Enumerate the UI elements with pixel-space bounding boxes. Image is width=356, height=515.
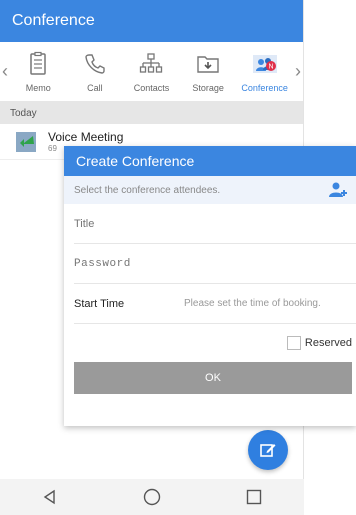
conference-icon: N xyxy=(252,54,277,73)
start-time-hint: Please set the time of booking. xyxy=(184,298,321,309)
tab-memo[interactable]: Memo xyxy=(10,42,67,101)
back-icon[interactable] xyxy=(41,488,59,506)
password-field-row xyxy=(74,244,356,284)
section-header: Today xyxy=(0,102,303,124)
chevron-left-icon[interactable]: ‹ xyxy=(0,42,10,101)
attendees-hint: Select the conference attendees. xyxy=(74,184,221,196)
tab-call-label: Call xyxy=(87,82,103,93)
tab-conference-label: Conference xyxy=(241,82,288,93)
feature-toolbar: ‹ Memo Call Contacts Storage N Conferenc… xyxy=(0,42,303,102)
conference-badge: N xyxy=(268,63,273,70)
list-item-title: Voice Meeting xyxy=(48,130,124,144)
recents-icon[interactable] xyxy=(245,488,263,506)
add-person-icon[interactable] xyxy=(328,181,348,199)
memo-icon xyxy=(30,51,47,75)
app-bar: Conference xyxy=(0,0,303,42)
tab-contacts-label: Contacts xyxy=(133,82,170,93)
title-field-row xyxy=(74,204,356,244)
tab-storage[interactable]: Storage xyxy=(180,42,237,101)
section-header-label: Today xyxy=(10,107,37,119)
tab-storage-label: Storage xyxy=(192,82,224,93)
edit-icon xyxy=(260,444,276,457)
reserved-row: Reserved xyxy=(64,324,356,362)
tab-contacts[interactable]: Contacts xyxy=(123,42,180,101)
incoming-call-icon xyxy=(16,131,36,152)
new-conference-button[interactable] xyxy=(248,430,288,470)
dialog-header: Create Conference xyxy=(64,146,356,176)
create-conference-dialog: Create Conference Select the conference … xyxy=(64,146,356,426)
tab-conference[interactable]: N Conference xyxy=(236,42,293,101)
start-time-label: Start Time xyxy=(74,297,125,310)
system-nav-bar xyxy=(0,479,304,515)
title-input[interactable] xyxy=(74,217,356,230)
reserved-checkbox[interactable] xyxy=(286,336,301,350)
attendees-row[interactable]: Select the conference attendees. xyxy=(64,176,356,204)
ok-button-label: OK xyxy=(205,372,221,384)
org-chart-icon xyxy=(140,52,163,73)
chevron-right-icon[interactable]: › xyxy=(293,42,303,101)
app-title: Conference xyxy=(12,12,95,29)
folder-download-icon xyxy=(197,55,219,73)
dialog-title: Create Conference xyxy=(76,153,195,169)
start-time-row[interactable]: Start Time Please set the time of bookin… xyxy=(74,284,356,324)
ok-button[interactable]: OK xyxy=(74,362,352,394)
tab-memo-label: Memo xyxy=(25,82,51,93)
password-input[interactable] xyxy=(74,257,356,270)
reserved-label: Reserved xyxy=(304,337,352,349)
phone-icon xyxy=(85,53,105,74)
tab-call[interactable]: Call xyxy=(67,42,124,101)
home-icon[interactable] xyxy=(142,487,162,507)
